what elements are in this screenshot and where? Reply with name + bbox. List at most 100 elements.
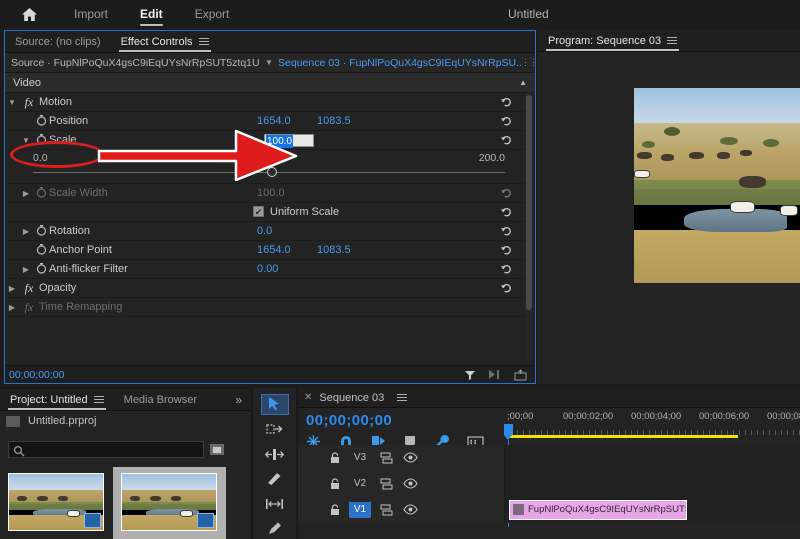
filter-icon[interactable] bbox=[464, 369, 476, 381]
video-section-header[interactable]: Video ▲ bbox=[5, 73, 535, 93]
chevron-right-icon[interactable]: ▶ bbox=[19, 227, 33, 236]
scale-slider-handle[interactable] bbox=[267, 167, 277, 177]
property-scale-width[interactable]: ▶ Scale Width 100.0 bbox=[5, 184, 535, 203]
nav-tab-export[interactable]: Export bbox=[179, 0, 246, 28]
track-select-forward-tool[interactable] bbox=[261, 419, 289, 440]
hamburger-menu-icon[interactable] bbox=[93, 394, 104, 405]
track-name-v3[interactable]: V3 bbox=[349, 450, 371, 466]
eye-icon[interactable] bbox=[403, 504, 418, 515]
chevron-right-icon[interactable]: ▶ bbox=[19, 265, 33, 274]
export-frame-icon[interactable] bbox=[514, 368, 527, 381]
program-monitor-video[interactable] bbox=[634, 88, 800, 283]
ripple-edit-tool[interactable] bbox=[261, 444, 289, 465]
hamburger-menu-icon[interactable] bbox=[198, 36, 209, 47]
tab-program-monitor[interactable]: Program: Sequence 03 bbox=[538, 30, 687, 52]
slip-tool[interactable] bbox=[261, 493, 289, 514]
track-header-v2[interactable]: V2 bbox=[298, 470, 505, 497]
scale-slider-row[interactable]: 0.0 200.0 bbox=[5, 150, 535, 184]
lock-icon[interactable] bbox=[330, 451, 340, 464]
track-name-v1[interactable]: V1 bbox=[349, 501, 371, 518]
stopwatch-icon[interactable] bbox=[33, 262, 49, 277]
stopwatch-icon[interactable] bbox=[33, 114, 49, 129]
reset-icon[interactable] bbox=[500, 263, 513, 276]
reset-icon[interactable] bbox=[500, 115, 513, 128]
timeline-timecode[interactable]: 00;00;00;00 bbox=[306, 412, 392, 429]
project-search-input[interactable] bbox=[8, 441, 204, 458]
uniform-scale-row[interactable]: ✔ Uniform Scale bbox=[5, 203, 535, 222]
hamburger-menu-icon[interactable] bbox=[397, 392, 408, 403]
chevron-right-icon[interactable]: ▶ bbox=[5, 303, 19, 312]
chevron-down-icon[interactable]: ▼ bbox=[260, 58, 278, 67]
scrollbar-thumb[interactable] bbox=[526, 95, 532, 310]
reset-icon[interactable] bbox=[500, 225, 513, 238]
track-header-v1[interactable]: V1 bbox=[298, 496, 505, 523]
scale-width-value[interactable]: 100.0 bbox=[257, 187, 285, 199]
property-anchor-point[interactable]: Anchor Point 1654.0 1083.5 bbox=[5, 241, 535, 260]
track-name-v2[interactable]: V2 bbox=[349, 476, 371, 492]
stopwatch-icon[interactable] bbox=[33, 186, 49, 201]
selection-tool[interactable] bbox=[260, 394, 289, 415]
tab-effect-controls[interactable]: Effect Controls bbox=[111, 31, 219, 53]
panel-grip-icon[interactable]: ⋮⋮ bbox=[521, 57, 538, 68]
track-targeting-icon[interactable] bbox=[380, 478, 394, 490]
eye-icon[interactable] bbox=[403, 452, 418, 463]
chevron-down-icon[interactable]: ▼ bbox=[19, 136, 33, 145]
tab-media-browser[interactable]: Media Browser bbox=[114, 389, 207, 411]
property-group-opacity[interactable]: ▶ fx Opacity bbox=[5, 279, 535, 298]
project-file-row[interactable]: Untitled.prproj bbox=[0, 411, 250, 431]
lock-icon[interactable] bbox=[330, 503, 340, 516]
track-lane-v1[interactable]: FupNlPoQuX4gsC9IEqUYsNrRpSUTS bbox=[505, 496, 800, 523]
nav-tab-edit[interactable]: Edit bbox=[124, 0, 179, 28]
anti-flicker-filter-value[interactable]: 0.00 bbox=[257, 263, 278, 275]
timeline-clip[interactable]: FupNlPoQuX4gsC9IEqUYsNrRpSUTS bbox=[509, 499, 687, 520]
property-scale[interactable]: ▼ Scale 100.0 bbox=[5, 131, 535, 150]
close-icon[interactable]: ✕ bbox=[304, 392, 312, 403]
chevron-right-icon[interactable]: ▶ bbox=[5, 284, 19, 293]
sequence-clip-label[interactable]: Sequence 03 · FupNlPoQuX4gsC9IEqUYsNrRpS… bbox=[278, 57, 521, 69]
track-targeting-icon[interactable] bbox=[380, 504, 394, 516]
uniform-scale-checkbox[interactable]: ✔ bbox=[253, 206, 264, 217]
timeline-work-area-bar[interactable] bbox=[508, 435, 738, 438]
project-item-1[interactable] bbox=[0, 467, 113, 539]
rotation-value[interactable]: 0.0 bbox=[257, 225, 272, 237]
pen-tool[interactable] bbox=[261, 518, 289, 539]
track-targeting-icon[interactable] bbox=[380, 452, 394, 464]
track-header-v3[interactable]: V3 bbox=[298, 444, 505, 471]
reset-icon[interactable] bbox=[500, 206, 513, 219]
position-value-y[interactable]: 1083.5 bbox=[317, 115, 351, 127]
hamburger-menu-icon[interactable] bbox=[667, 35, 678, 46]
chevron-down-icon[interactable]: ▼ bbox=[5, 98, 19, 107]
property-group-motion[interactable]: ▼ fx Motion bbox=[5, 93, 535, 112]
nav-tab-import[interactable]: Import bbox=[58, 0, 124, 28]
property-anti-flicker-filter[interactable]: ▶ Anti-flicker Filter 0.00 bbox=[5, 260, 535, 279]
razor-tool[interactable] bbox=[261, 469, 289, 490]
double-chevron-right-icon[interactable]: » bbox=[235, 393, 250, 407]
reset-icon[interactable] bbox=[500, 244, 513, 257]
collapse-chevron-icon[interactable]: ▲ bbox=[519, 78, 527, 87]
chevron-right-icon[interactable]: ▶ bbox=[19, 189, 33, 198]
property-position[interactable]: Position 1654.0 1083.5 bbox=[5, 112, 535, 131]
source-clip-label[interactable]: Source · FupNlPoQuX4gsC9iEqUYsNrRpSUT5zt… bbox=[5, 57, 260, 69]
position-value-x[interactable]: 1654.0 bbox=[257, 115, 291, 127]
reset-icon[interactable] bbox=[500, 282, 513, 295]
project-item-2[interactable] bbox=[113, 467, 226, 539]
tab-source[interactable]: Source: (no clips) bbox=[5, 31, 111, 53]
play-in-to-out-icon[interactable] bbox=[488, 369, 502, 380]
stopwatch-icon[interactable] bbox=[33, 133, 49, 148]
anchor-point-value-x[interactable]: 1654.0 bbox=[257, 244, 291, 256]
property-group-time-remapping[interactable]: ▶ fx Time Remapping bbox=[5, 298, 535, 317]
new-bin-icon[interactable] bbox=[208, 440, 226, 458]
timeline-playhead[interactable] bbox=[504, 424, 513, 440]
effect-controls-timecode[interactable]: 00;00;00;00 bbox=[5, 369, 64, 381]
stopwatch-icon[interactable] bbox=[33, 224, 49, 239]
anchor-point-value-y[interactable]: 1083.5 bbox=[317, 244, 351, 256]
reset-icon[interactable] bbox=[500, 187, 513, 200]
lock-icon[interactable] bbox=[330, 477, 340, 490]
tab-project[interactable]: Project: Untitled bbox=[0, 389, 114, 411]
timeline-tab-label[interactable]: Sequence 03 bbox=[319, 392, 384, 404]
property-rotation[interactable]: ▶ Rotation 0.0 bbox=[5, 222, 535, 241]
effect-controls-scrollbar[interactable] bbox=[525, 93, 533, 361]
scale-value-input[interactable]: 100.0 bbox=[264, 134, 314, 148]
track-lane-v3[interactable] bbox=[505, 444, 800, 471]
reset-icon[interactable] bbox=[500, 134, 513, 147]
